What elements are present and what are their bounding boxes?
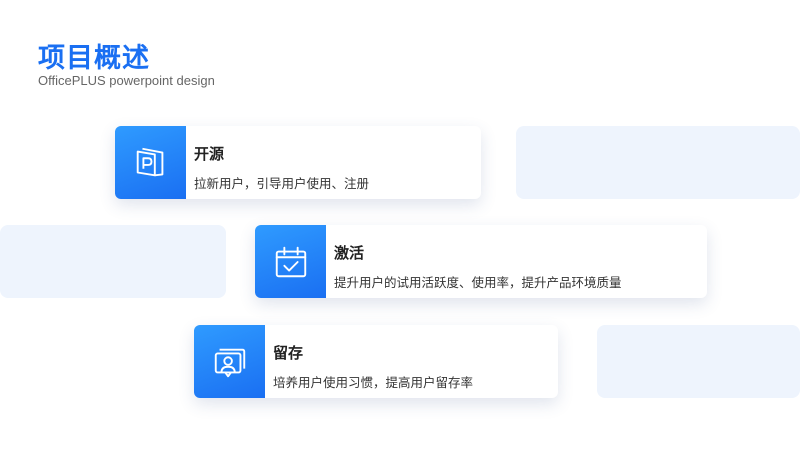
card-liucun: 留存 培养用户使用习惯，提高用户留存率 [194,325,558,398]
background-block-left-middle [0,225,226,298]
page-subtitle: OfficePLUS powerpoint design [38,73,215,88]
card-title: 开源 [194,145,225,163]
background-block-right-top [516,126,800,199]
card-title: 激活 [334,244,365,262]
card-description: 培养用户使用习惯，提高用户留存率 [273,375,474,390]
card-icon-box [115,126,186,199]
calendar-check-icon [275,246,306,277]
card-icon-box [194,325,265,398]
card-icon-box [255,225,326,298]
page-title: 项目概述 [38,43,150,74]
card-description: 提升用户的试用活跃度、使用率，提升产品环境质量 [334,275,622,290]
card-title: 留存 [273,344,304,362]
background-block-right-bottom [597,325,800,398]
user-card-icon [214,348,245,377]
card-description: 拉新用户，引导用户使用、注册 [194,176,370,191]
card-kaiyuan: 开源 拉新用户，引导用户使用、注册 [115,126,481,199]
powerpoint-icon [136,147,163,176]
card-jihuo: 激活 提升用户的试用活跃度、使用率，提升产品环境质量 [255,225,707,298]
